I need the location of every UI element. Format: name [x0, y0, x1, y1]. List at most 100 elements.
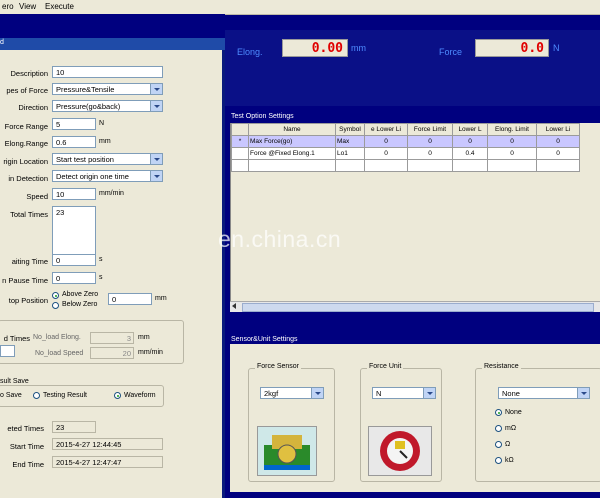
table-row[interactable]: Force @Fixed Elong.1 Lo1 0 0 0.4 0 0	[231, 147, 580, 160]
elong-readout-value: 0.00	[282, 39, 348, 57]
noload-elong-unit: mm	[138, 334, 150, 341]
test-option-grid: Name Symbol e Lower Li Force Limit Lower…	[231, 123, 580, 172]
column-header	[231, 123, 249, 136]
force-range-input[interactable]: 5	[52, 118, 96, 130]
menu-view[interactable]: View	[19, 2, 36, 11]
noload-times-input[interactable]	[0, 345, 15, 357]
direction-select[interactable]: Pressure(go&back)	[52, 100, 163, 112]
table-header-row: Name Symbol e Lower Li Force Limit Lower…	[231, 123, 580, 136]
chevron-down-icon[interactable]	[150, 101, 162, 111]
elong-range-label: Elong.Range	[4, 139, 48, 148]
resistance-kilohm-radio[interactable]	[495, 457, 502, 464]
noload-speed-label: No_load Speed	[35, 350, 84, 357]
column-header: Force Limit	[407, 123, 453, 136]
scroll-left-icon[interactable]	[232, 303, 236, 309]
speed-label: Speed	[26, 192, 48, 201]
above-zero-radio[interactable]	[52, 292, 59, 299]
resistance-ohm-radio[interactable]	[495, 441, 502, 448]
resistance-value: None	[502, 389, 520, 398]
menu-execute[interactable]: Execute	[45, 2, 74, 11]
column-header: Name	[248, 123, 336, 136]
test-parameters-panel: Description 10 pes of Force Pressure&Ten…	[0, 50, 225, 498]
noload-elong-label: No_load Elong.	[33, 334, 81, 341]
scroll-thumb[interactable]	[242, 303, 594, 312]
origin-detection-select[interactable]: Detect origin one time	[52, 170, 163, 182]
elong-readout-unit: mm	[351, 43, 366, 53]
stop-position-input[interactable]: 0	[108, 293, 152, 305]
force-sensor-label: Force Sensor	[255, 363, 302, 370]
force-sensor-image	[257, 426, 317, 476]
chevron-down-icon[interactable]	[150, 154, 162, 164]
resistance-option: None	[505, 409, 522, 416]
types-of-force-value: Pressure&Tensile	[56, 85, 115, 94]
start-time-value: 2015-4-27 12:44:45	[52, 438, 163, 450]
table-cell: 0.4	[452, 147, 488, 160]
noload-elong-input[interactable]: 3	[90, 332, 134, 344]
table-cell: Max	[335, 135, 365, 148]
table-cell: 0	[487, 147, 537, 160]
force-sensor-value: 2kgf	[264, 389, 279, 398]
left-header-band	[0, 14, 225, 38]
result-save-label: sult Save	[0, 378, 29, 385]
table-cell: 0	[407, 147, 453, 160]
waiting-time-unit: s	[99, 256, 103, 263]
testing-result-label: Testing Result	[43, 392, 87, 399]
resistance-option: kΩ	[505, 457, 514, 464]
table-cell: Force @Fixed Elong.1	[248, 147, 336, 160]
resistance-option: mΩ	[505, 425, 517, 432]
force-sensor-select[interactable]: 2kgf	[260, 387, 324, 399]
force-readout-unit: N	[553, 43, 560, 53]
table-cell: Max Force(go)	[248, 135, 336, 148]
completed-times-value: 23	[52, 421, 96, 433]
description-input[interactable]: 10	[52, 66, 163, 78]
pause-time-input[interactable]: 0	[52, 272, 96, 284]
chevron-down-icon[interactable]	[311, 388, 323, 398]
force-unit-select[interactable]: N	[372, 387, 436, 399]
noload-times-label: d Times	[3, 334, 30, 343]
resistance-label: Resistance	[482, 363, 521, 370]
chevron-down-icon[interactable]	[577, 388, 589, 398]
chevron-down-icon[interactable]	[150, 84, 162, 94]
end-time-label: End Time	[12, 460, 44, 469]
noload-speed-input[interactable]: 20	[90, 347, 134, 359]
table-cell: 0	[407, 135, 453, 148]
waiting-time-input[interactable]: 0	[52, 254, 96, 266]
sensor-unit-settings-title: Sensor&Unit Settings	[231, 336, 298, 343]
speed-unit: mm/min	[99, 190, 124, 197]
completed-times-label: eted Times	[7, 424, 44, 433]
watermark: en.china.cn	[218, 226, 342, 252]
force-unit-value: N	[376, 389, 382, 398]
table-cell: Lo1	[335, 147, 365, 160]
table-cell: 0	[452, 135, 488, 148]
resistance-option: Ω	[505, 441, 511, 448]
table-row[interactable]: * Max Force(go) Max 0 0 0 0 0	[231, 135, 580, 148]
sensor-picture-icon	[264, 435, 310, 470]
force-range-unit: N	[99, 120, 105, 127]
testing-result-radio[interactable]	[33, 392, 40, 399]
total-times-input[interactable]: 23	[52, 206, 96, 256]
start-time-label: Start Time	[9, 442, 44, 451]
sensor-unit-panel: Force Sensor 2kgf Force Unit N Resistanc…	[230, 344, 600, 492]
resistance-select[interactable]: None	[498, 387, 590, 399]
horizontal-scrollbar[interactable]	[230, 301, 600, 312]
elong-readout-label: Elong.	[237, 47, 263, 57]
resistance-none-radio[interactable]	[495, 409, 502, 416]
speed-input[interactable]: 10	[52, 188, 96, 200]
force-unit-label: Force Unit	[367, 363, 404, 370]
chevron-down-icon[interactable]	[423, 388, 435, 398]
column-header: Lower Li	[536, 123, 580, 136]
end-time-value: 2015-4-27 12:47:47	[52, 456, 163, 468]
waveform-radio[interactable]	[114, 392, 121, 399]
types-of-force-select[interactable]: Pressure&Tensile	[52, 83, 163, 95]
elong-range-input[interactable]: 0.6	[52, 136, 96, 148]
origin-detection-value: Detect origin one time	[56, 172, 129, 181]
origin-location-select[interactable]: Start test position	[52, 153, 163, 165]
below-zero-radio[interactable]	[52, 302, 59, 309]
menu-zero[interactable]: ero	[2, 2, 14, 11]
chevron-down-icon[interactable]	[150, 171, 162, 181]
direction-value: Pressure(go&back)	[56, 102, 121, 111]
above-zero-label: Above Zero	[62, 291, 99, 298]
resistance-milliohm-radio[interactable]	[495, 425, 502, 432]
menu-bar: ero View Execute	[0, 0, 600, 15]
table-cell	[231, 147, 249, 160]
